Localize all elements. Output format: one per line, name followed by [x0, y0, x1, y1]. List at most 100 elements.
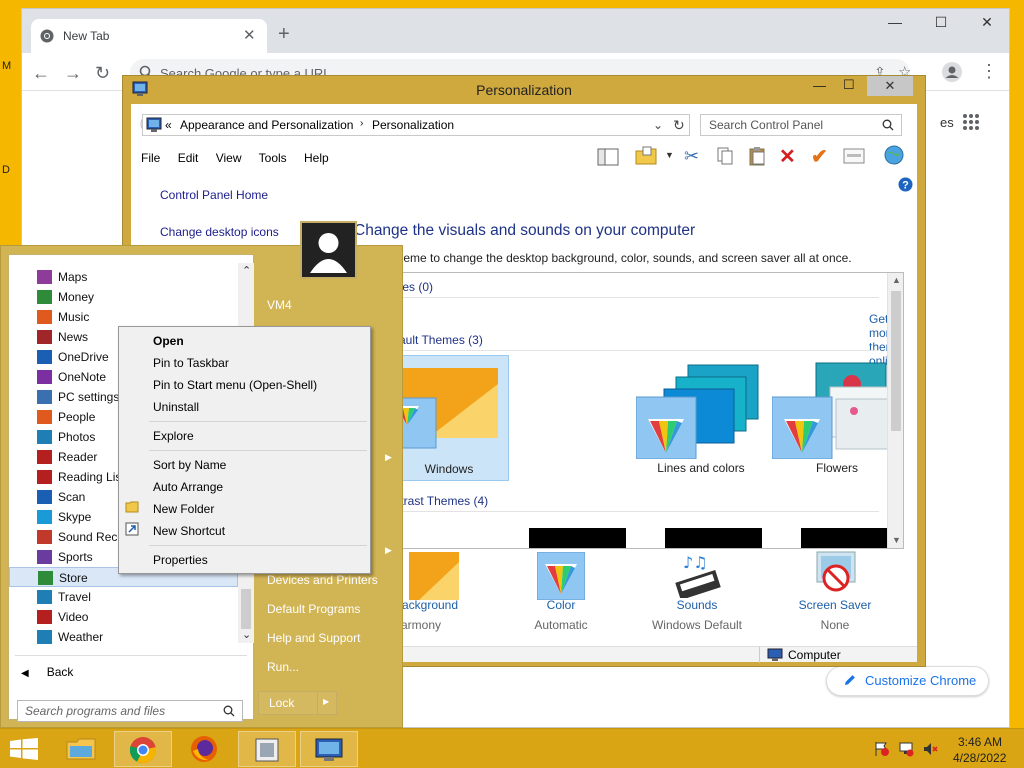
program-item[interactable]: Music: [9, 307, 238, 327]
screen-saver-link[interactable]: Screen Saver: [775, 598, 895, 612]
ctx-auto-arrange[interactable]: Auto Arrange: [153, 480, 223, 494]
control-panel-home-link[interactable]: Control Panel Home: [160, 188, 279, 202]
color-setting[interactable]: Color Automatic: [501, 544, 621, 640]
program-item[interactable]: Money: [9, 287, 238, 307]
scroll-up-icon[interactable]: ▲: [892, 275, 901, 285]
chrome-taskbar-button[interactable]: [114, 731, 172, 767]
back-button[interactable]: ◀ Back: [21, 665, 73, 679]
scroll-up-icon[interactable]: ⌃: [242, 264, 251, 277]
delete-icon[interactable]: ✕: [779, 144, 796, 169]
control-panel-taskbar-button[interactable]: [238, 731, 296, 767]
menu-file[interactable]: File: [141, 151, 160, 165]
checkmark-icon[interactable]: ✔: [811, 144, 828, 169]
devices-and-printers-item[interactable]: Devices and Printers: [267, 573, 378, 587]
firefox-taskbar-button[interactable]: [176, 731, 234, 767]
sounds-setting[interactable]: ♪♫ Sounds Windows Default: [637, 544, 757, 640]
program-item[interactable]: Maps: [9, 267, 238, 287]
ctx-properties[interactable]: Properties: [153, 553, 208, 567]
change-desktop-icons-link[interactable]: Change desktop icons: [160, 225, 279, 239]
chevron-down-icon[interactable]: ⌄: [653, 118, 663, 132]
theme-list-scrollbar[interactable]: ▲ ▼: [887, 273, 903, 548]
customize-chrome-button[interactable]: Customize Chrome: [826, 666, 989, 696]
ctx-open[interactable]: Open: [153, 334, 184, 348]
menu-edit[interactable]: Edit: [178, 151, 199, 165]
program-item[interactable]: Video: [9, 607, 238, 627]
ctx-explore[interactable]: Explore: [153, 429, 194, 443]
view-pane-icon[interactable]: [597, 147, 619, 167]
folder-options-icon[interactable]: [635, 146, 657, 166]
personalization-taskbar-button[interactable]: [300, 731, 358, 767]
ntp-link[interactable]: es: [940, 115, 954, 130]
properties-icon[interactable]: [843, 148, 865, 164]
help-icon[interactable]: ?: [898, 177, 913, 192]
chrome-maximize-button[interactable]: ☐: [918, 9, 964, 37]
chrome-minimize-button[interactable]: —: [872, 9, 918, 37]
ctx-uninstall[interactable]: Uninstall: [153, 400, 199, 414]
theme-lines-and-colors[interactable]: Lines and colors: [636, 355, 766, 481]
user-avatar[interactable]: [300, 221, 357, 279]
ctx-pin-to-taskbar[interactable]: Pin to Taskbar: [153, 356, 229, 370]
theme-windows[interactable]: Windows: [387, 355, 509, 481]
scrollbar-thumb[interactable]: [241, 589, 251, 629]
address-bar[interactable]: « Appearance and Personalization › Perso…: [142, 114, 690, 136]
menu-help[interactable]: Help: [304, 151, 329, 165]
user-name[interactable]: VM4: [267, 298, 292, 312]
reload-icon[interactable]: ↻: [95, 63, 110, 84]
close-tab-icon[interactable]: ✕: [243, 26, 256, 44]
program-item[interactable]: Weather: [9, 627, 238, 647]
chrome-close-button[interactable]: ✕: [964, 9, 1010, 37]
copy-icon[interactable]: [715, 146, 735, 166]
chrome-menu-icon[interactable]: ⋮: [980, 61, 998, 82]
refresh-icon[interactable]: ↻: [673, 117, 685, 134]
cut-icon[interactable]: ✂: [684, 146, 699, 167]
menu-tools[interactable]: Tools: [259, 151, 287, 165]
default-programs-item[interactable]: Default Programs: [267, 602, 360, 616]
run-item[interactable]: Run...: [267, 660, 299, 674]
breadcrumb-overflow[interactable]: «: [165, 118, 172, 132]
breadcrumb-item[interactable]: Personalization: [372, 118, 454, 132]
maximize-button[interactable]: ☐: [843, 77, 855, 93]
color-link[interactable]: Color: [501, 598, 621, 612]
apps-grid-icon[interactable]: [962, 113, 980, 131]
help-and-support-item[interactable]: Help and Support: [267, 631, 360, 645]
program-item[interactable]: Travel: [9, 587, 238, 607]
clock-time[interactable]: 3:46 AM: [958, 735, 1002, 749]
ctx-new-folder[interactable]: New Folder: [153, 502, 214, 516]
profile-avatar-icon[interactable]: [942, 62, 962, 82]
ctx-new-shortcut[interactable]: New Shortcut: [153, 524, 225, 538]
window-titlebar[interactable]: Personalization — ☐ ✕: [123, 76, 925, 104]
theme-flowers[interactable]: Flowers: [772, 355, 902, 481]
ctx-pin-to-start-menu[interactable]: Pin to Start menu (Open-Shell): [153, 378, 317, 392]
action-center-flag-icon[interactable]: [874, 741, 890, 757]
power-options-arrow-icon[interactable]: ▶: [323, 697, 329, 706]
menu-view[interactable]: View: [216, 151, 242, 165]
lock-button[interactable]: Lock ▶: [258, 691, 337, 715]
chrome-tab[interactable]: New Tab ✕: [31, 19, 267, 53]
sounds-link[interactable]: Sounds: [637, 598, 757, 612]
breadcrumb-item[interactable]: Appearance and Personalization: [180, 118, 353, 132]
start-search-input[interactable]: Search programs and files: [17, 700, 243, 722]
paste-icon[interactable]: [747, 146, 767, 166]
windows-start-icon[interactable]: [10, 738, 38, 760]
clock-date[interactable]: 4/28/2022: [953, 751, 1006, 765]
search-input[interactable]: Search Control Panel: [700, 114, 902, 136]
minimize-button[interactable]: —: [813, 78, 826, 93]
new-tab-button[interactable]: +: [278, 23, 290, 46]
network-icon[interactable]: [898, 741, 914, 757]
file-explorer-button[interactable]: [52, 731, 110, 767]
back-arrow-icon[interactable]: ←: [32, 63, 50, 84]
chevron-down-icon[interactable]: ▼: [665, 150, 674, 160]
app-icon: [37, 530, 52, 544]
computer-icon: [767, 648, 783, 662]
menu-separator: [149, 421, 367, 422]
search-placeholder: Search programs and files: [25, 704, 166, 718]
forward-arrow-icon[interactable]: →: [64, 63, 82, 84]
scroll-down-icon[interactable]: ⌄: [242, 628, 251, 641]
volume-muted-icon[interactable]: [922, 741, 938, 757]
scrollbar-thumb[interactable]: [891, 291, 901, 431]
ctx-sort-by-name[interactable]: Sort by Name: [153, 458, 226, 472]
screen-saver-setting[interactable]: Screen Saver None: [775, 544, 895, 640]
close-button[interactable]: ✕: [867, 76, 913, 96]
theme-list[interactable]: hemes (0) Get more themes online s Defau…: [370, 272, 904, 549]
globe-icon[interactable]: [883, 144, 905, 166]
